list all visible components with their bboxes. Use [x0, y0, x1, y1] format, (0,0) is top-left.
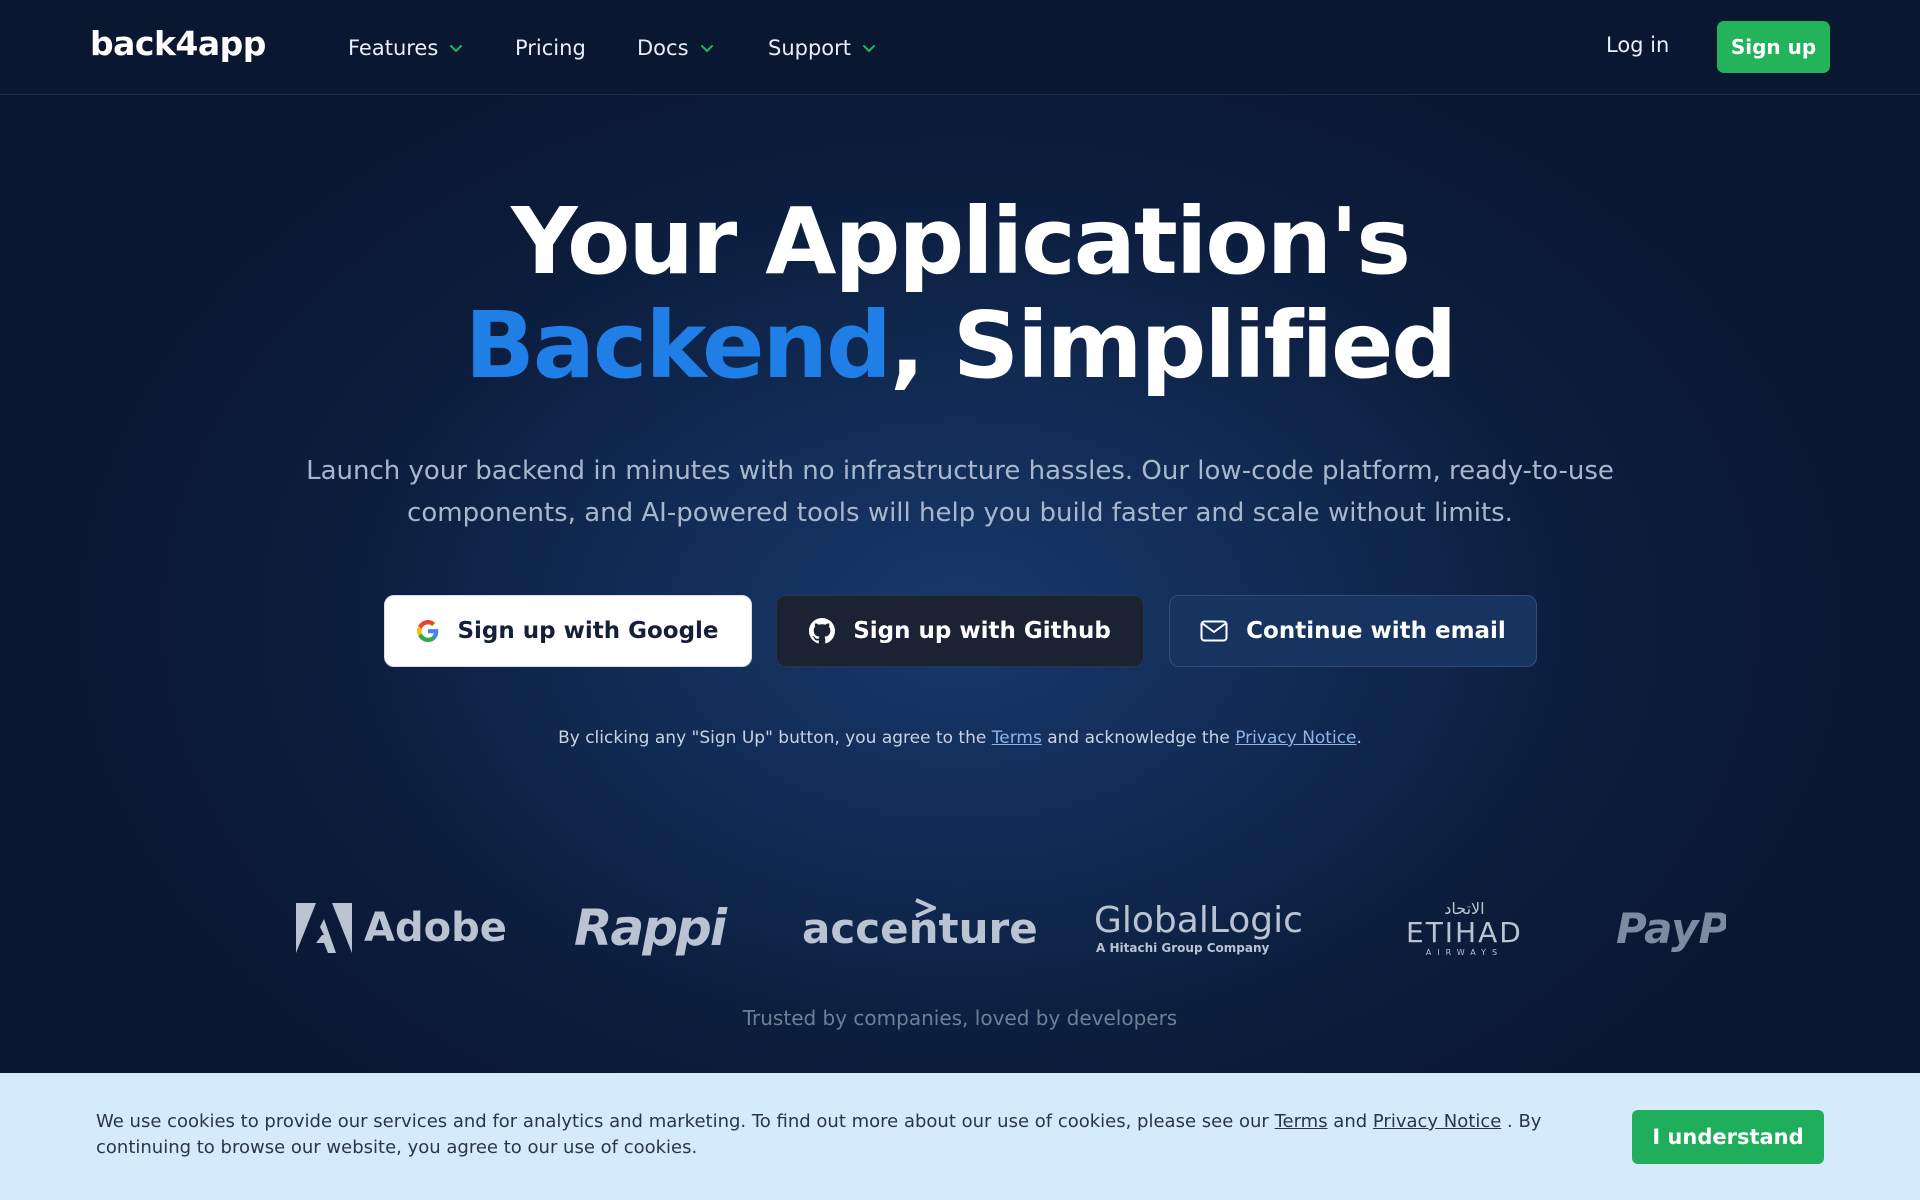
chevron-down-icon	[700, 45, 713, 52]
legal-prefix: By clicking any "Sign Up" button, you ag…	[558, 728, 992, 748]
hero-title-line1: Your Application's	[510, 188, 1411, 295]
back4app-logo[interactable]: back4app	[90, 24, 266, 63]
accenture-logo: accenture	[802, 880, 1038, 976]
nav-item-pricing[interactable]: Pricing	[515, 33, 586, 63]
customer-logos-strip: Adobe Rappi accenture GlobalLogic A Hita…	[296, 880, 1726, 976]
top-navbar: back4app Features Pricing Docs Support L…	[0, 0, 1920, 95]
accenture-chevron-icon	[915, 898, 936, 918]
adobe-wordmark: Adobe	[364, 905, 507, 951]
hero-title-accent: Backend	[464, 292, 892, 399]
continue-email-button[interactable]: Continue with email	[1169, 595, 1537, 667]
signup-github-label: Sign up with Github	[853, 618, 1111, 644]
legal-suffix: .	[1356, 728, 1362, 748]
signup-google-button[interactable]: Sign up with Google	[384, 595, 752, 667]
chevron-down-icon	[863, 45, 876, 52]
cookie-privacy-link[interactable]: Privacy Notice	[1373, 1111, 1501, 1132]
terms-link[interactable]: Terms	[992, 728, 1042, 748]
cookie-text-prefix: We use cookies to provide our services a…	[96, 1111, 1275, 1132]
trusted-tagline: Trusted by companies, loved by developer…	[742, 1006, 1178, 1030]
signup-legal-notice: By clicking any "Sign Up" button, you ag…	[0, 728, 1920, 748]
cookie-message: We use cookies to provide our services a…	[96, 1109, 1606, 1161]
globallogic-wordmark: GlobalLogic	[1094, 900, 1303, 941]
signup-button[interactable]: Sign up	[1717, 21, 1830, 73]
etihad-logo: الاتحاد ETIHAD AIRWAYS	[1406, 880, 1523, 976]
nav-item-label: Docs	[637, 36, 689, 60]
adobe-mark-icon	[296, 903, 352, 953]
etihad-arabic: الاتحاد	[1444, 898, 1485, 918]
hero-title: Your Application's Backend, Simplified	[0, 190, 1920, 398]
paypal-logo: PayP	[1616, 880, 1726, 976]
hero-subtitle: Launch your backend in minutes with no i…	[306, 456, 1614, 528]
chevron-down-icon	[450, 45, 463, 52]
signup-github-button[interactable]: Sign up with Github	[776, 595, 1144, 667]
paypal-wordmark: PayP	[1616, 903, 1726, 953]
rappi-logo: Rappi	[574, 880, 727, 976]
login-link[interactable]: Log in	[1606, 33, 1669, 57]
hero-title-line2: , Simplified	[889, 292, 1457, 399]
nav-item-label: Features	[348, 36, 439, 60]
cookie-text-and: and	[1327, 1111, 1373, 1132]
nav-item-label: Pricing	[515, 36, 586, 60]
globallogic-logo: GlobalLogic A Hitachi Group Company	[1094, 880, 1303, 976]
cookie-terms-link[interactable]: Terms	[1275, 1111, 1328, 1132]
envelope-icon	[1200, 620, 1228, 642]
nav-item-label: Support	[768, 36, 852, 60]
cookie-banner: We use cookies to provide our services a…	[0, 1073, 1920, 1200]
google-g-icon	[417, 620, 439, 642]
etihad-wordmark: ETIHAD	[1406, 915, 1523, 949]
adobe-logo: Adobe	[296, 880, 507, 976]
signup-google-label: Sign up with Google	[457, 618, 719, 644]
legal-middle: and acknowledge the	[1041, 728, 1236, 748]
rappi-wordmark: Rappi	[574, 899, 727, 957]
nav-item-support[interactable]: Support	[768, 33, 877, 63]
privacy-notice-link[interactable]: Privacy Notice	[1235, 728, 1356, 748]
nav-item-features[interactable]: Features	[348, 33, 464, 63]
nav-item-docs[interactable]: Docs	[637, 33, 715, 63]
etihad-subtitle: AIRWAYS	[1425, 947, 1504, 957]
globallogic-tagline: A Hitachi Group Company	[1096, 941, 1270, 955]
github-octocat-icon	[809, 618, 836, 644]
continue-email-label: Continue with email	[1246, 618, 1506, 644]
i-understand-button[interactable]: I understand	[1632, 1110, 1824, 1164]
